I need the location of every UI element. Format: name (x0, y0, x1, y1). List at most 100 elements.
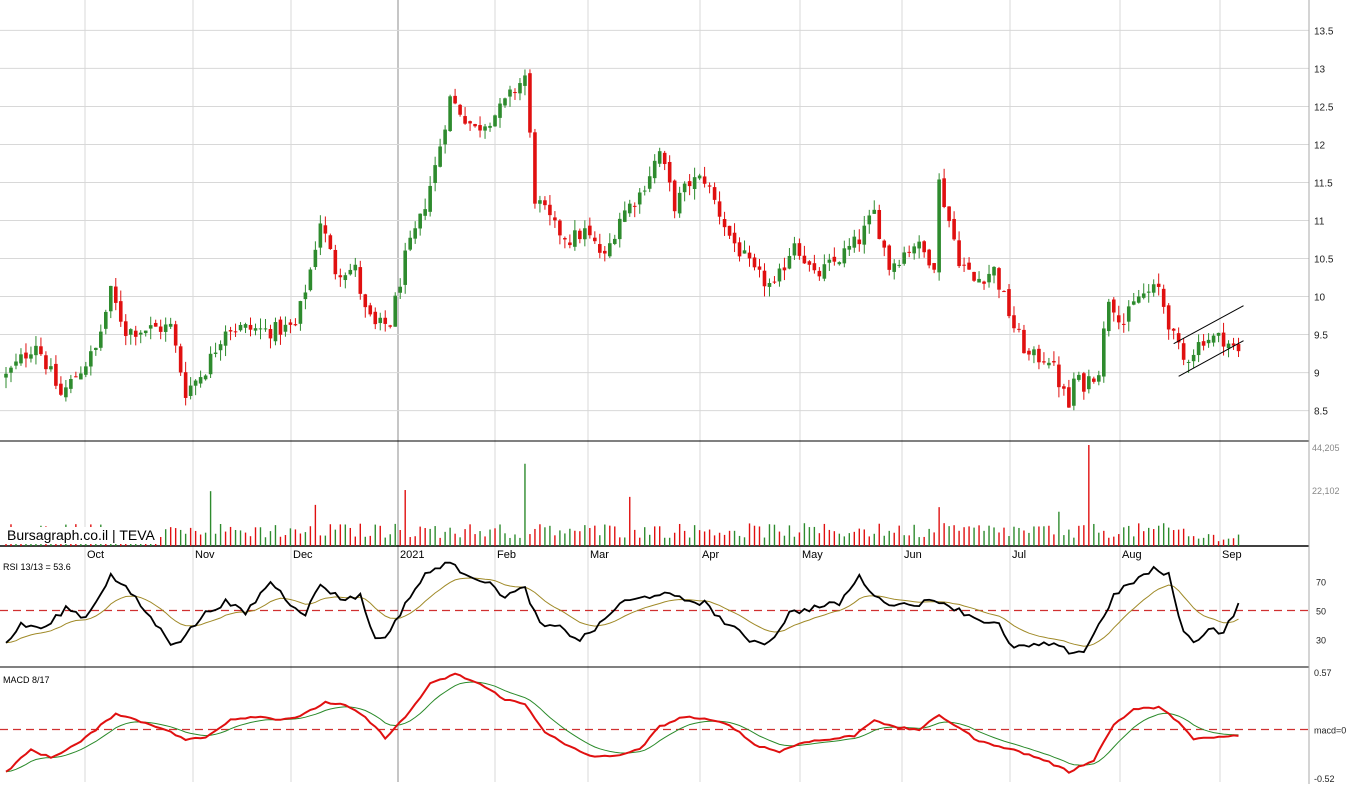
candle-body (528, 73, 532, 133)
macd-tick-label: -0.52 (1314, 774, 1335, 784)
candle-body (827, 259, 832, 263)
candle-body (637, 192, 642, 205)
candle-body (84, 366, 88, 375)
candle-body (128, 329, 133, 335)
candle-body (652, 160, 657, 179)
rsi-signal-line (5, 577, 1239, 647)
month-label: Apr (702, 549, 719, 561)
candle-body (672, 180, 677, 212)
candle-body (188, 385, 193, 396)
candle-body (358, 267, 363, 294)
candle-body (223, 331, 228, 346)
candle-body (1161, 288, 1166, 307)
month-label: Nov (195, 549, 215, 561)
candle-body (1007, 289, 1011, 317)
candle-body (1062, 386, 1066, 389)
candle-body (1077, 374, 1081, 380)
rsi-panel: RSI 13/13 = 53.6 (0, 561, 1309, 655)
candle-body (912, 246, 916, 254)
candle-body (348, 269, 353, 275)
candle-body (208, 353, 213, 375)
candle-body (1206, 339, 1211, 344)
candle-body (632, 205, 637, 207)
candle-body (9, 367, 13, 373)
candle-body (583, 228, 587, 240)
candle-body (907, 251, 911, 253)
candle-body (4, 373, 8, 378)
candle-body (398, 286, 403, 293)
candle-body (298, 301, 303, 324)
candle-body (313, 249, 318, 268)
candle-body (563, 238, 567, 240)
candle-body (533, 132, 537, 204)
candle-body (238, 324, 243, 331)
rsi-tick-label: 50 (1316, 607, 1326, 617)
candle-body (158, 326, 163, 332)
candle-body (378, 317, 383, 324)
candle-body (667, 161, 672, 183)
candle-body (488, 125, 492, 128)
candle-body (627, 203, 632, 214)
candle-body (737, 242, 742, 257)
candle-body (852, 236, 857, 248)
candle-body (877, 209, 882, 239)
candle-body (228, 330, 233, 332)
candle-body (258, 328, 263, 330)
candle-body (962, 264, 966, 266)
candle-body (757, 266, 762, 270)
candle-body (712, 187, 717, 200)
candle-body (1067, 387, 1071, 408)
candle-body (458, 104, 462, 115)
candle-body (1171, 328, 1176, 331)
candle-body (1226, 343, 1231, 349)
candle-body (548, 204, 552, 216)
candle-body (478, 125, 482, 131)
candle-body (118, 301, 123, 322)
candle-body (518, 83, 522, 94)
price-tick-label: 10 (1314, 293, 1326, 304)
candle-body (1181, 343, 1186, 360)
candle-body (178, 346, 183, 373)
candle-body (243, 324, 248, 328)
candle-body (113, 286, 118, 303)
candle-body (203, 375, 208, 380)
candle-body (937, 179, 941, 273)
frame-layer (0, 0, 1310, 784)
candle-body (677, 192, 682, 214)
candle-body (413, 228, 417, 239)
candle-body (882, 240, 887, 248)
candle-body (588, 225, 592, 236)
candle-body (39, 346, 43, 355)
candle-body (523, 75, 527, 86)
candle-body (1211, 335, 1216, 343)
candle-body (622, 210, 627, 222)
candle-body (1022, 329, 1026, 354)
candle-body (662, 152, 667, 165)
candle-body (423, 209, 427, 216)
volume-tick-label: 44,205 (1312, 443, 1340, 453)
candle-body (842, 248, 847, 264)
candle-body (1186, 361, 1191, 363)
candle-body (1042, 361, 1046, 363)
candle-body (1092, 378, 1096, 382)
candle-body (942, 178, 946, 207)
candle-body (1121, 323, 1126, 325)
watermark: Bursagraph.co.il | TEVA (5, 527, 157, 544)
candle-body (902, 252, 906, 264)
candle-body (837, 262, 842, 265)
candle-body (483, 126, 487, 131)
candle-body (343, 275, 348, 281)
candle-body (682, 183, 687, 193)
candle-body (143, 330, 148, 334)
macd-title: MACD 8/17 (3, 675, 50, 685)
chart-stage: RSI 13/13 = 53.6 MACD 8/17 Oct Nov Dec 2021… (0, 0, 1349, 784)
candle-body (508, 89, 512, 97)
candle-body (168, 323, 173, 327)
candle-body (787, 255, 792, 269)
rsi-tick-label: 70 (1316, 577, 1326, 587)
candle-body (687, 181, 692, 187)
candle-body (742, 250, 747, 254)
candle-body (138, 332, 143, 335)
candle-body (1216, 332, 1221, 336)
candle-body (513, 92, 517, 94)
